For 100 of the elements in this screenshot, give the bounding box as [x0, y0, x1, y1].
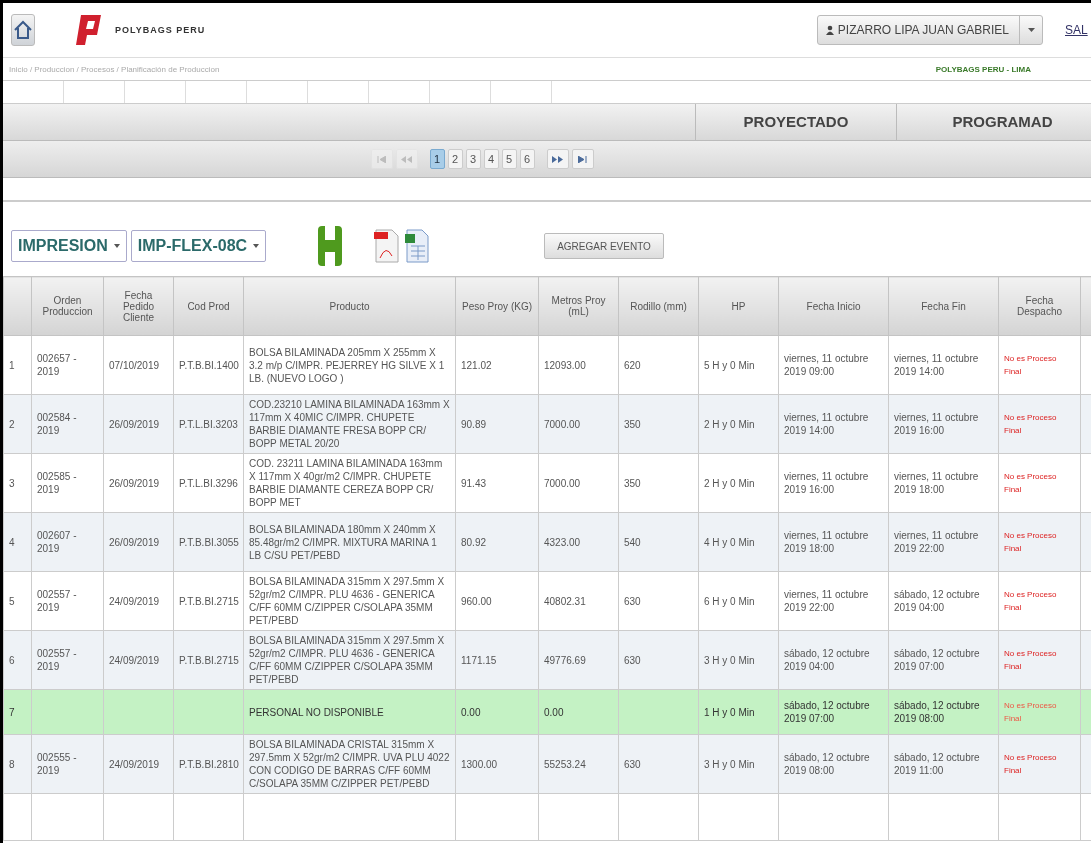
table-cell: sábado, 12 octubre 2019 11:00	[894, 752, 980, 776]
column-header: Cod Prod	[173, 276, 244, 336]
table-cell: 26/09/2019	[109, 536, 160, 548]
table-cell: 350	[624, 418, 641, 430]
dispatch-status: No es Proceso Final	[1004, 531, 1057, 553]
table-cell: 002557 - 2019	[37, 589, 77, 613]
column-header: Fecha Pedido Cliente	[103, 276, 174, 336]
table-cell: 620	[624, 359, 641, 371]
table-cell: P.T.L.BI.3296	[179, 477, 238, 489]
table-cell: 26/09/2019	[109, 418, 160, 430]
caret-icon	[1027, 28, 1035, 32]
table-cell: P.T.B.BI.2715	[179, 654, 239, 666]
table-cell: 6 H y 0 Min	[704, 595, 755, 607]
table-cell: sábado, 12 octubre 2019 08:00	[784, 752, 870, 776]
dispatch-status: No es Proceso Final	[1004, 701, 1057, 723]
table-cell: 350	[624, 477, 641, 489]
table-cell: BOLSA BILAMINADA 315mm X 297.5mm X 52gr/m2 C/IMPR. PLU 4636 - GENERICA C/FF 60MM C/ZIPPER C/SOLAPA 35MM PET/PEBD	[249, 576, 445, 626]
table-cell: 002557 - 2019	[37, 648, 77, 672]
dispatch-status: No es Proceso Final	[1004, 472, 1057, 494]
table-cell: sábado, 12 octubre 2019 07:00	[894, 648, 980, 672]
table-cell: 49776.69	[544, 654, 586, 666]
page-button[interactable]: 5	[501, 149, 517, 169]
table-cell: BOLSA BILAMINADA 205mm X 255mm X 3.2 m/p C/IMPR. PEJERREY HG SILVE X 1 LB. (NUEVO LOGO )	[249, 346, 445, 384]
table-cell: 26/09/2019	[109, 477, 160, 489]
table-cell: viernes, 11 octubre 2019 09:00	[784, 353, 869, 377]
table-cell: 4323.00	[544, 536, 581, 548]
dispatch-status: No es Proceso Final	[1004, 413, 1057, 435]
table-cell: 55253.24	[544, 758, 586, 770]
last-page-button[interactable]	[571, 149, 594, 169]
process-select[interactable]: IMPRESION	[11, 230, 127, 262]
add-event-button[interactable]: AGREGAR EVENTO	[544, 233, 664, 259]
home-icon	[13, 19, 33, 41]
table-cell: P.T.B.BI.2810	[179, 758, 239, 770]
column-header: Fecha Despacho	[998, 276, 1081, 336]
page-button[interactable]: 4	[483, 149, 499, 169]
column-header: Fecha Inicio	[778, 276, 889, 336]
logout-link[interactable]: SAL	[1065, 23, 1091, 37]
table-cell: 002607 - 2019	[37, 530, 77, 554]
table-cell: P.T.B.BI.2715	[179, 595, 239, 607]
table-cell: viernes, 11 octubre 2019 16:00	[894, 412, 979, 436]
brand-name: POLYBAGS PERU	[115, 25, 206, 35]
table-cell: sábado, 12 octubre 2019 07:00	[784, 700, 870, 724]
user-menu[interactable]: PIZARRO LIPA JUAN GABRIEL	[816, 15, 1043, 45]
user-icon	[825, 25, 834, 35]
table-cell: 24/09/2019	[109, 758, 160, 770]
row-number: 2	[9, 418, 15, 430]
table-cell: 002555 - 2019	[37, 752, 77, 776]
table-cell: COD. 23211 LAMINA BILAMINADA 163mm X 117mm X 40gr/m2 C/IMPR. CHUPETE BARBIE DIAMANTE CEREZA BOPP CR/ BOPP MET	[249, 458, 443, 508]
table-cell: 2 H y 0 Min	[704, 418, 755, 430]
table-cell: 07/10/2019	[109, 359, 160, 371]
table-cell: BOLSA BILAMINADA 315mm X 297.5mm X 52gr/m2 C/IMPR. PLU 4636 - GENERICA C/FF 60MM C/ZIPPER C/SOLAPA 35MM PET/PEBD	[249, 635, 445, 685]
table-cell: 630	[624, 654, 641, 666]
caret-icon	[253, 244, 260, 248]
table-cell: 0.00	[544, 706, 564, 718]
table-cell: 540	[624, 536, 641, 548]
page-button[interactable]: 6	[519, 149, 535, 169]
page-button[interactable]: 1	[429, 149, 445, 169]
table-cell: 002585 - 2019	[37, 471, 77, 495]
first-page-icon	[377, 155, 386, 163]
table-cell: 80.92	[461, 536, 487, 548]
previous-page-icon	[401, 155, 412, 163]
pdf-file-icon[interactable]	[372, 228, 401, 264]
table-cell: 2 H y 0 Min	[704, 477, 755, 489]
row-number: 7	[9, 706, 15, 718]
table-cell: 121.02	[461, 359, 492, 371]
dispatch-status: No es Proceso Final	[1004, 590, 1057, 612]
table-cell: viernes, 11 octubre 2019 18:00	[784, 530, 869, 554]
row-number: 3	[9, 477, 15, 489]
table-cell: 002584 - 2019	[37, 412, 77, 436]
table-cell: BOLSA BILAMINADA 180mm X 240mm X 85.48gr/m2 C/IMPR. MIXTURA MARINA 1 LB C/SU PET/PEBD	[249, 523, 437, 561]
table-cell: sábado, 12 octubre 2019 08:00	[894, 700, 980, 724]
table-cell: PERSONAL NO DISPONIBLE	[249, 706, 384, 718]
home-button[interactable]	[11, 14, 35, 46]
table-cell: viernes, 11 octubre 2019 14:00	[784, 412, 869, 436]
dispatch-status: No es Proceso Final	[1004, 354, 1057, 376]
table-cell: 7000.00	[544, 477, 581, 489]
next-page-button[interactable]	[546, 149, 569, 169]
column-header: HP	[698, 276, 779, 336]
row-number: 8	[9, 758, 15, 770]
row-number: 5	[9, 595, 15, 607]
spreadsheet-file-icon[interactable]	[404, 228, 431, 264]
table-cell: 91.43	[461, 477, 487, 489]
table-cell: viernes, 11 octubre 2019 14:00	[894, 353, 979, 377]
table-cell: 1300.00	[461, 758, 498, 770]
table-cell: 1171.15	[461, 654, 497, 666]
table-cell: viernes, 11 octubre 2019 18:00	[894, 471, 979, 495]
machine-select[interactable]: IMP-FLEX-08C	[130, 230, 267, 262]
table-cell: COD.23210 LAMINA BILAMINADA 163mm X 117mm X 40MIC C/IMPR. CHUPETE BARBIE DIAMANTE FRESA BOPP CR/ BOPP METAL 20/20	[249, 399, 450, 449]
page-button[interactable]: 3	[465, 149, 481, 169]
column-header: Fecha Fin	[888, 276, 999, 336]
column-group-header: PROYECTADO	[695, 104, 896, 140]
table-cell: 12093.00	[544, 359, 586, 371]
page-button[interactable]: 2	[447, 149, 463, 169]
dispatch-status: No es Proceso Final	[1004, 649, 1057, 671]
table-cell: viernes, 11 octubre 2019 22:00	[894, 530, 979, 554]
dispatch-status: No es Proceso Final	[1004, 753, 1057, 775]
table-cell: 24/09/2019	[109, 595, 160, 607]
next-page-icon	[552, 155, 563, 163]
save-icon[interactable]	[316, 226, 345, 266]
column-header: Producto	[243, 276, 456, 336]
